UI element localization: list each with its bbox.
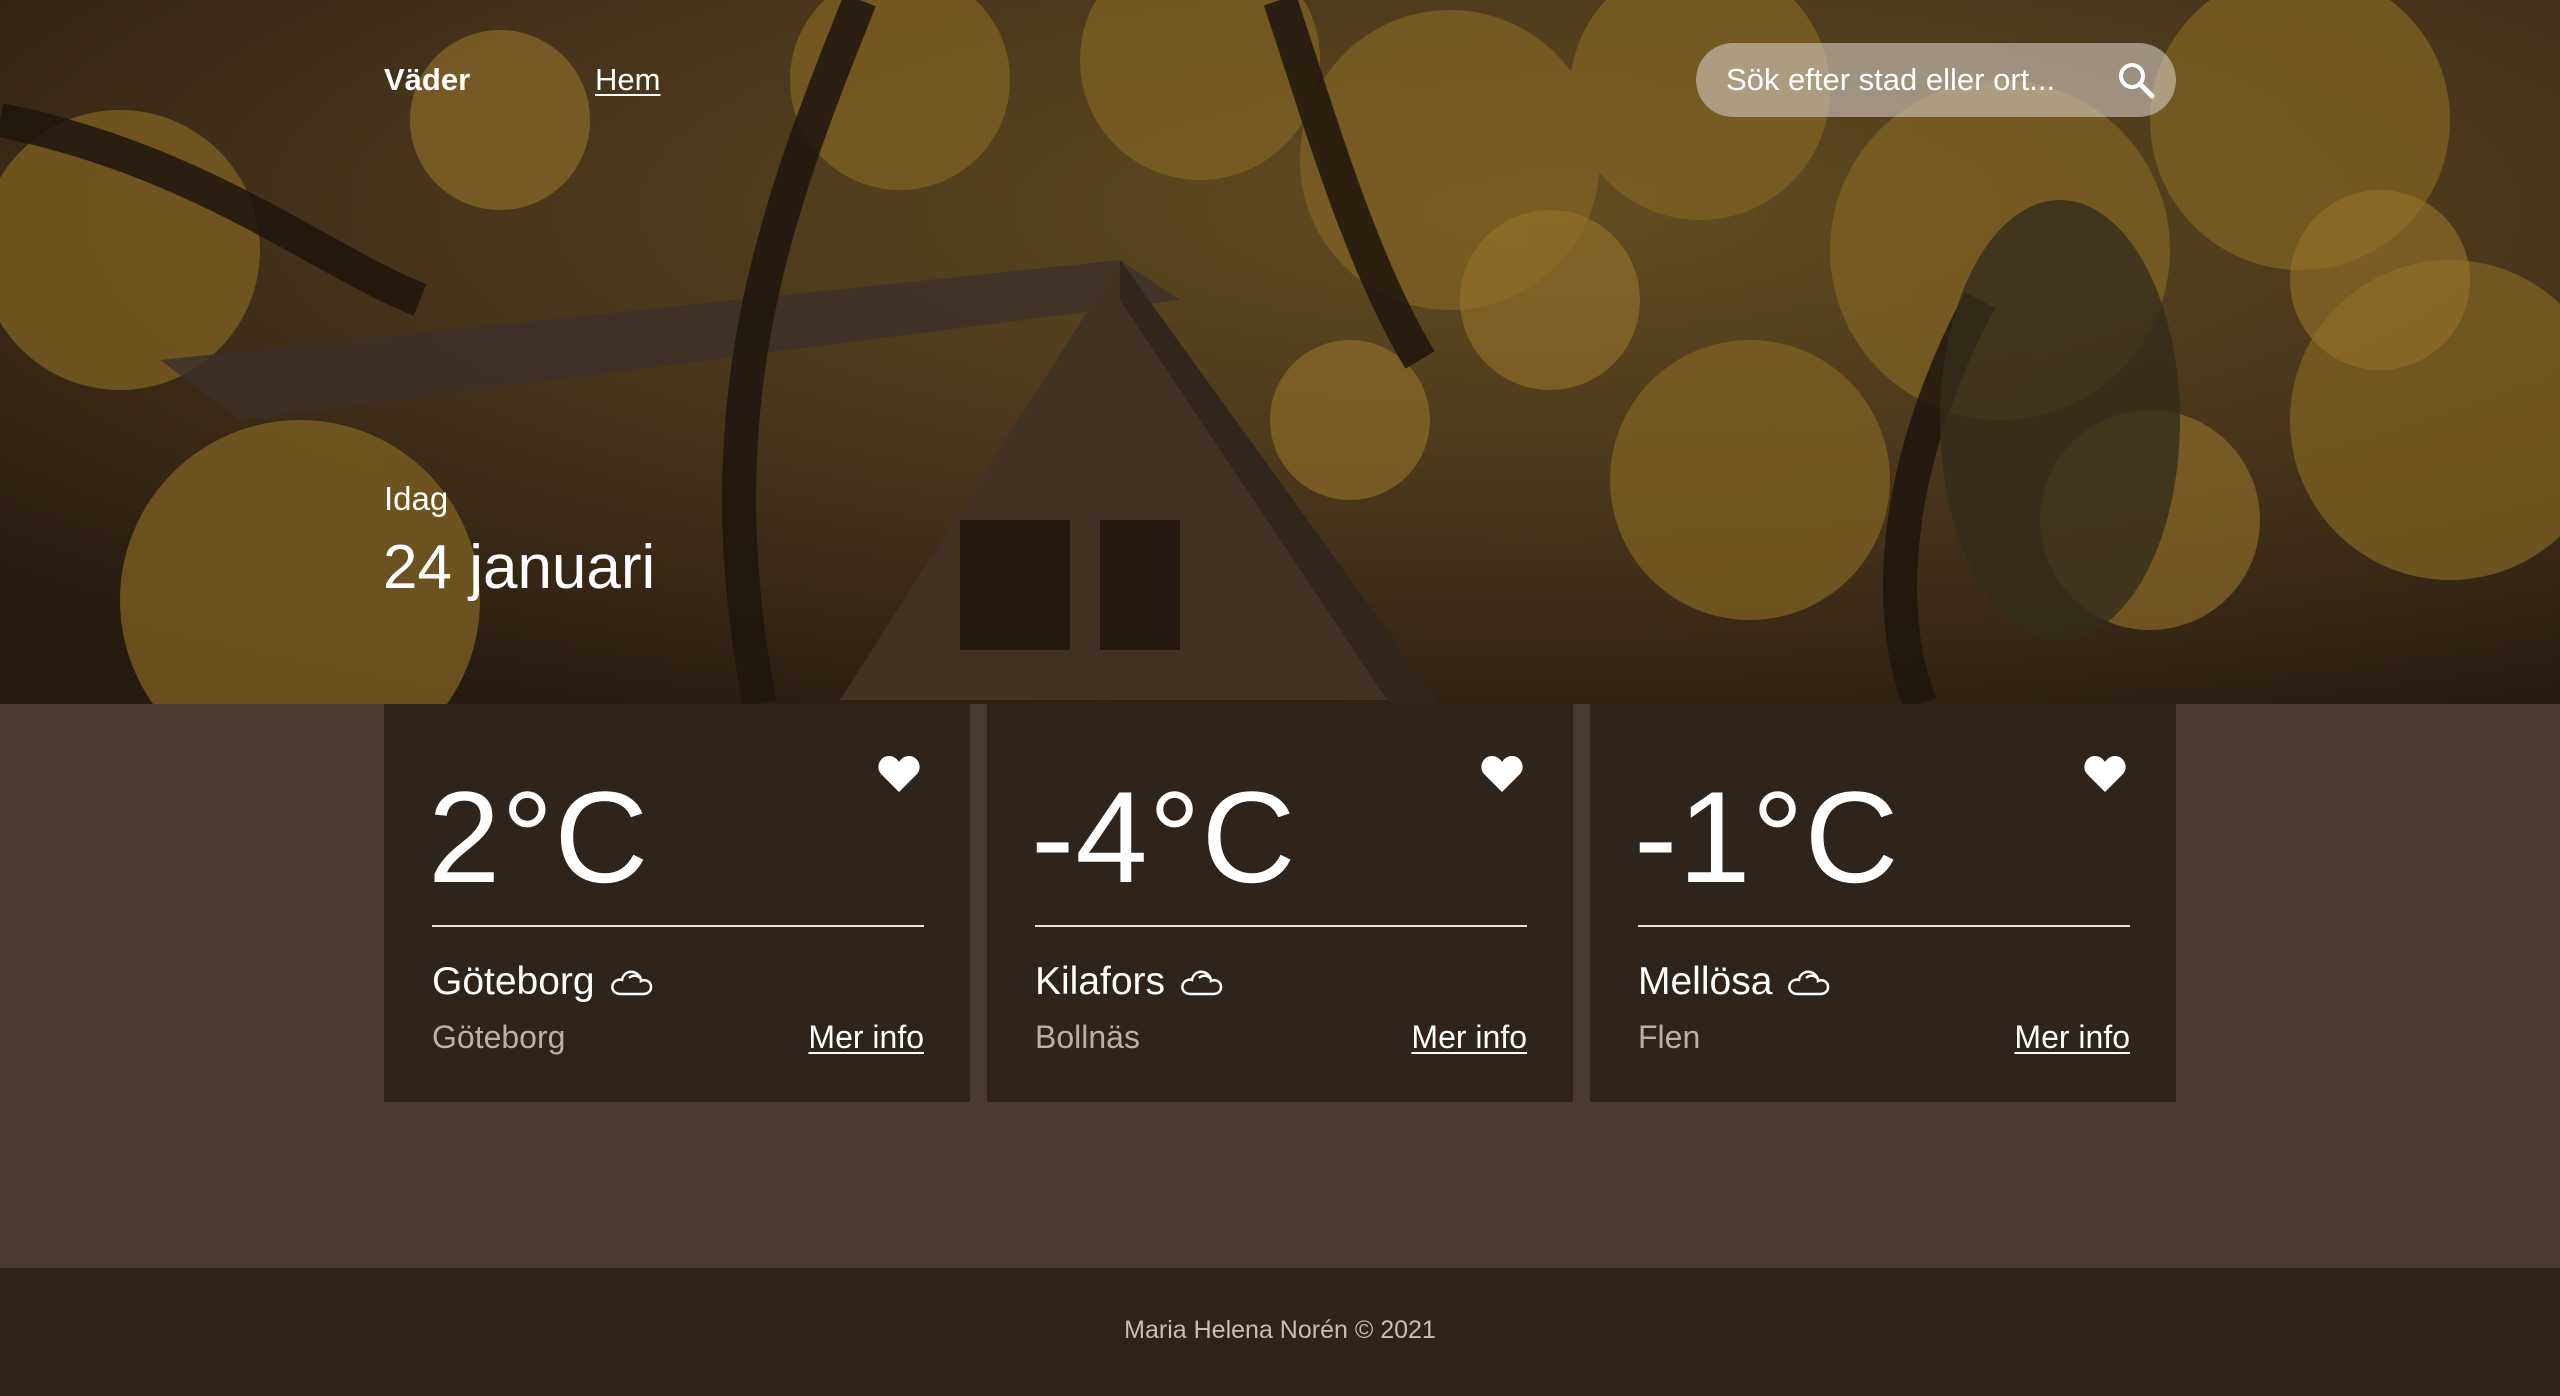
search-bar bbox=[1696, 43, 2176, 117]
divider bbox=[432, 925, 924, 927]
divider bbox=[1638, 925, 2130, 927]
today-label: Idag bbox=[384, 480, 449, 517]
search-input[interactable] bbox=[1724, 43, 2104, 117]
city-row: Kilafors bbox=[1035, 960, 1225, 1004]
city-row: Mellösa bbox=[1638, 960, 1832, 1004]
region-name: Flen bbox=[1638, 1019, 1701, 1055]
temperature: -4°C bbox=[1031, 764, 1297, 910]
region-name: Bollnäs bbox=[1035, 1019, 1140, 1055]
heart-icon[interactable] bbox=[1480, 754, 1524, 794]
city-name: Mellösa bbox=[1638, 960, 1773, 1003]
cloud-icon bbox=[1788, 970, 1830, 996]
heart-icon[interactable] bbox=[2083, 754, 2127, 794]
weather-card: -4°C Kilafors Bollnäs Mer info bbox=[987, 704, 1573, 1102]
city-name: Kilafors bbox=[1035, 960, 1166, 1003]
footer: Maria Helena Norén © 2021 bbox=[0, 1268, 2560, 1396]
divider bbox=[1035, 925, 1527, 927]
temperature: 2°C bbox=[428, 764, 650, 910]
search-icon[interactable] bbox=[2116, 60, 2156, 100]
city-row: Göteborg bbox=[432, 960, 655, 1004]
more-info-link[interactable]: Mer info bbox=[1411, 1019, 1527, 1056]
nav-home-link[interactable]: Hem bbox=[595, 62, 660, 98]
temperature: -1°C bbox=[1634, 764, 1900, 910]
more-info-link[interactable]: Mer info bbox=[2014, 1019, 2130, 1056]
weather-card: 2°C Göteborg Göteborg Mer info bbox=[384, 704, 970, 1102]
weather-card: -1°C Mellösa Flen Mer info bbox=[1590, 704, 2176, 1102]
footer-copyright: Maria Helena Norén © 2021 bbox=[1124, 1316, 1436, 1344]
today-date: 24 januari bbox=[383, 533, 656, 602]
city-name: Göteborg bbox=[432, 960, 595, 1003]
more-info-link[interactable]: Mer info bbox=[808, 1019, 924, 1056]
brand-logo[interactable]: Väder bbox=[384, 62, 470, 98]
hero-section: Väder Hem Idag 24 januari bbox=[0, 0, 2560, 704]
region-name: Göteborg bbox=[432, 1019, 566, 1055]
heart-icon[interactable] bbox=[877, 754, 921, 794]
cloud-icon bbox=[610, 970, 652, 996]
cloud-icon bbox=[1181, 970, 1223, 996]
